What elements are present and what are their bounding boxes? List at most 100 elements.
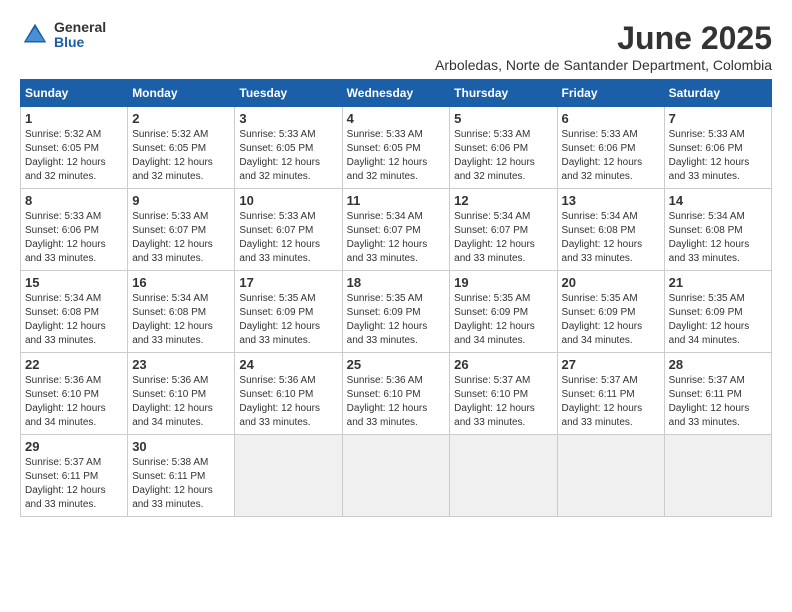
day-info: Sunrise: 5:33 AM Sunset: 6:05 PM Dayligh… bbox=[347, 128, 446, 184]
day-number: 21 bbox=[669, 275, 767, 290]
day-info: Sunrise: 5:33 AM Sunset: 6:07 PM Dayligh… bbox=[239, 210, 337, 266]
calendar-cell bbox=[664, 435, 771, 517]
day-info: Sunrise: 5:33 AM Sunset: 6:06 PM Dayligh… bbox=[669, 128, 767, 184]
day-number: 28 bbox=[669, 357, 767, 372]
calendar-cell: 14 Sunrise: 5:34 AM Sunset: 6:08 PM Dayli… bbox=[664, 189, 771, 271]
day-number: 6 bbox=[562, 111, 660, 126]
header-monday: Monday bbox=[128, 80, 235, 107]
day-number: 2 bbox=[132, 111, 230, 126]
calendar-week-row: 29 Sunrise: 5:37 AM Sunset: 6:11 PM Dayli… bbox=[21, 435, 772, 517]
calendar-table: SundayMondayTuesdayWednesdayThursdayFrid… bbox=[20, 79, 772, 517]
day-info: Sunrise: 5:33 AM Sunset: 6:07 PM Dayligh… bbox=[132, 210, 230, 266]
day-number: 10 bbox=[239, 193, 337, 208]
day-number: 4 bbox=[347, 111, 446, 126]
day-info: Sunrise: 5:36 AM Sunset: 6:10 PM Dayligh… bbox=[25, 374, 123, 430]
day-info: Sunrise: 5:34 AM Sunset: 6:08 PM Dayligh… bbox=[562, 210, 660, 266]
calendar-cell: 27 Sunrise: 5:37 AM Sunset: 6:11 PM Dayli… bbox=[557, 353, 664, 435]
day-number: 5 bbox=[454, 111, 552, 126]
day-number: 27 bbox=[562, 357, 660, 372]
day-number: 3 bbox=[239, 111, 337, 126]
day-info: Sunrise: 5:33 AM Sunset: 6:06 PM Dayligh… bbox=[562, 128, 660, 184]
calendar-cell: 18Sunrise: 5:35 AM Sunset: 6:09 PM Dayli… bbox=[342, 271, 450, 353]
day-number: 13 bbox=[562, 193, 660, 208]
day-info: Sunrise: 5:34 AM Sunset: 6:07 PM Dayligh… bbox=[454, 210, 552, 266]
calendar-header-row: SundayMondayTuesdayWednesdayThursdayFrid… bbox=[21, 80, 772, 107]
logo-general-text: General bbox=[54, 20, 106, 35]
calendar-cell: 25 Sunrise: 5:36 AM Sunset: 6:10 PM Dayli… bbox=[342, 353, 450, 435]
day-number: 29 bbox=[25, 439, 123, 454]
day-info: Sunrise: 5:35 AM Sunset: 6:09 PM Dayligh… bbox=[454, 292, 552, 348]
day-number: 26 bbox=[454, 357, 552, 372]
day-number: 12 bbox=[454, 193, 552, 208]
day-info: Sunrise: 5:33 AM Sunset: 6:06 PM Dayligh… bbox=[454, 128, 552, 184]
day-number: 14 bbox=[669, 193, 767, 208]
calendar-cell bbox=[450, 435, 557, 517]
location-title: Arboledas, Norte de Santander Department… bbox=[435, 57, 772, 73]
calendar-cell: 23Sunrise: 5:36 AM Sunset: 6:10 PM Dayli… bbox=[128, 353, 235, 435]
calendar-cell: 10 Sunrise: 5:33 AM Sunset: 6:07 PM Dayli… bbox=[235, 189, 342, 271]
calendar-cell: 1Sunrise: 5:32 AM Sunset: 6:05 PM Daylig… bbox=[21, 107, 128, 189]
day-info: Sunrise: 5:37 AM Sunset: 6:11 PM Dayligh… bbox=[25, 456, 123, 512]
day-number: 8 bbox=[25, 193, 123, 208]
day-info: Sunrise: 5:38 AM Sunset: 6:11 PM Dayligh… bbox=[132, 456, 230, 512]
header-sunday: Sunday bbox=[21, 80, 128, 107]
day-info: Sunrise: 5:37 AM Sunset: 6:11 PM Dayligh… bbox=[562, 374, 660, 430]
header-tuesday: Tuesday bbox=[235, 80, 342, 107]
day-number: 20 bbox=[562, 275, 660, 290]
calendar-cell bbox=[235, 435, 342, 517]
day-number: 23 bbox=[132, 357, 230, 372]
day-number: 25 bbox=[347, 357, 446, 372]
day-info: Sunrise: 5:36 AM Sunset: 6:10 PM Dayligh… bbox=[239, 374, 337, 430]
calendar-cell: 21 Sunrise: 5:35 AM Sunset: 6:09 PM Dayli… bbox=[664, 271, 771, 353]
day-number: 11 bbox=[347, 193, 446, 208]
day-number: 16 bbox=[132, 275, 230, 290]
calendar-cell: 17 Sunrise: 5:35 AM Sunset: 6:09 PM Dayli… bbox=[235, 271, 342, 353]
day-number: 15 bbox=[25, 275, 123, 290]
calendar-cell: 8 Sunrise: 5:33 AM Sunset: 6:06 PM Daylig… bbox=[21, 189, 128, 271]
day-info: Sunrise: 5:34 AM Sunset: 6:08 PM Dayligh… bbox=[669, 210, 767, 266]
calendar-cell: 11 Sunrise: 5:34 AM Sunset: 6:07 PM Dayli… bbox=[342, 189, 450, 271]
day-info: Sunrise: 5:32 AM Sunset: 6:05 PM Dayligh… bbox=[132, 128, 230, 184]
logo: General Blue bbox=[20, 20, 106, 51]
title-area: June 2025 Arboledas, Norte de Santander … bbox=[435, 20, 772, 73]
header-friday: Friday bbox=[557, 80, 664, 107]
calendar-cell: 30Sunrise: 5:38 AM Sunset: 6:11 PM Dayli… bbox=[128, 435, 235, 517]
calendar-cell: 20 Sunrise: 5:35 AM Sunset: 6:09 PM Dayli… bbox=[557, 271, 664, 353]
calendar-cell: 29 Sunrise: 5:37 AM Sunset: 6:11 PM Dayli… bbox=[21, 435, 128, 517]
calendar-cell: 7 Sunrise: 5:33 AM Sunset: 6:06 PM Daylig… bbox=[664, 107, 771, 189]
day-info: Sunrise: 5:35 AM Sunset: 6:09 PM Dayligh… bbox=[239, 292, 337, 348]
day-number: 7 bbox=[669, 111, 767, 126]
header-thursday: Thursday bbox=[450, 80, 557, 107]
day-number: 24 bbox=[239, 357, 337, 372]
day-info: Sunrise: 5:33 AM Sunset: 6:06 PM Dayligh… bbox=[25, 210, 123, 266]
calendar-cell: 24 Sunrise: 5:36 AM Sunset: 6:10 PM Dayli… bbox=[235, 353, 342, 435]
day-number: 9 bbox=[132, 193, 230, 208]
calendar-cell bbox=[557, 435, 664, 517]
day-info: Sunrise: 5:37 AM Sunset: 6:11 PM Dayligh… bbox=[669, 374, 767, 430]
header-saturday: Saturday bbox=[664, 80, 771, 107]
calendar-cell: 12 Sunrise: 5:34 AM Sunset: 6:07 PM Dayli… bbox=[450, 189, 557, 271]
day-number: 17 bbox=[239, 275, 337, 290]
day-info: Sunrise: 5:35 AM Sunset: 6:09 PM Dayligh… bbox=[669, 292, 767, 348]
calendar-cell: 22 Sunrise: 5:36 AM Sunset: 6:10 PM Dayli… bbox=[21, 353, 128, 435]
day-number: 22 bbox=[25, 357, 123, 372]
day-info: Sunrise: 5:34 AM Sunset: 6:08 PM Dayligh… bbox=[132, 292, 230, 348]
calendar-cell: 4 Sunrise: 5:33 AM Sunset: 6:05 PM Daylig… bbox=[342, 107, 450, 189]
calendar-cell: 5 Sunrise: 5:33 AM Sunset: 6:06 PM Daylig… bbox=[450, 107, 557, 189]
day-info: Sunrise: 5:34 AM Sunset: 6:07 PM Dayligh… bbox=[347, 210, 446, 266]
day-number: 19 bbox=[454, 275, 552, 290]
calendar-cell: 6 Sunrise: 5:33 AM Sunset: 6:06 PM Daylig… bbox=[557, 107, 664, 189]
month-title: June 2025 bbox=[435, 20, 772, 57]
day-info: Sunrise: 5:35 AM Sunset: 6:09 PM Dayligh… bbox=[562, 292, 660, 348]
calendar-cell bbox=[342, 435, 450, 517]
header-wednesday: Wednesday bbox=[342, 80, 450, 107]
calendar-cell: 16 Sunrise: 5:34 AM Sunset: 6:08 PM Dayli… bbox=[128, 271, 235, 353]
day-number: 18 bbox=[347, 275, 446, 290]
calendar-week-row: 1Sunrise: 5:32 AM Sunset: 6:05 PM Daylig… bbox=[21, 107, 772, 189]
header: General Blue June 2025 Arboledas, Norte … bbox=[20, 20, 772, 73]
logo-blue-text: Blue bbox=[54, 35, 106, 50]
day-info: Sunrise: 5:34 AM Sunset: 6:08 PM Dayligh… bbox=[25, 292, 123, 348]
day-info: Sunrise: 5:36 AM Sunset: 6:10 PM Dayligh… bbox=[347, 374, 446, 430]
calendar-cell: 2 Sunrise: 5:32 AM Sunset: 6:05 PM Daylig… bbox=[128, 107, 235, 189]
calendar-cell: 19 Sunrise: 5:35 AM Sunset: 6:09 PM Dayli… bbox=[450, 271, 557, 353]
